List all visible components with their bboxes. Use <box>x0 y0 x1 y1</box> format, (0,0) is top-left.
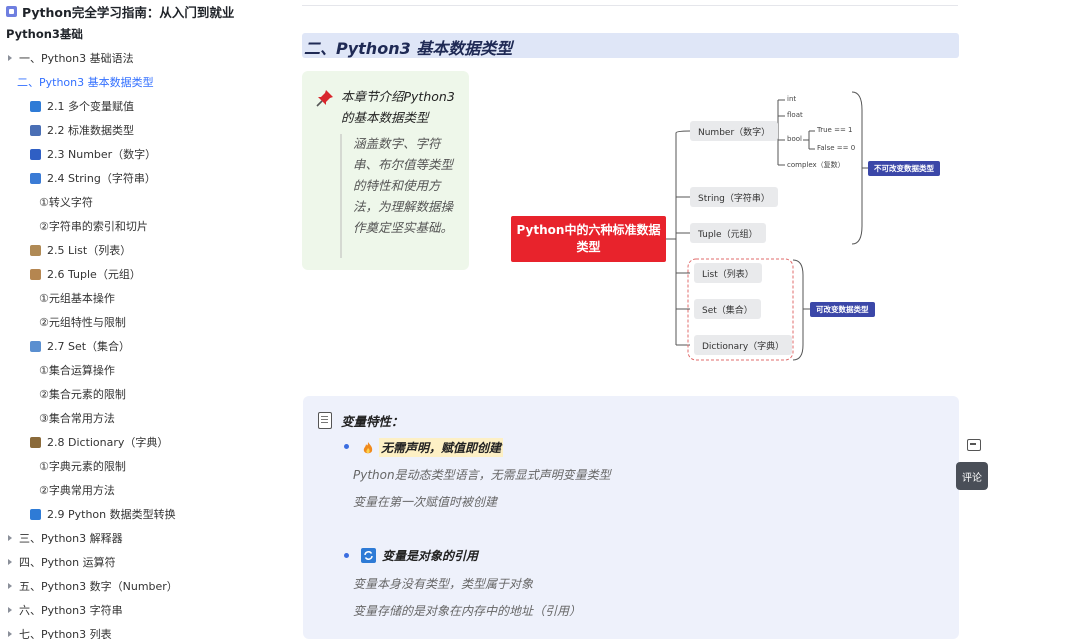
refresh-icon <box>361 548 376 563</box>
comment-button[interactable]: 评论 <box>956 462 988 490</box>
bullet-dot <box>344 444 349 449</box>
leaf-complex: complex（复数） <box>787 161 845 169</box>
memo-icon <box>318 412 332 429</box>
comment-icon[interactable] <box>967 439 981 451</box>
feature-2-line-2: 变量存储的是对象在内存中的地址（引用） <box>353 604 582 618</box>
mindmap-node-set: Set（集合） <box>694 299 761 319</box>
bullet-dot <box>344 553 349 558</box>
mindmap-center-node: Python中的六种标准数据类型 <box>511 216 666 262</box>
leaf-float: float <box>787 111 803 119</box>
mindmap-node-number: Number（数字） <box>690 121 779 141</box>
leaf-false: False == 0 <box>817 144 856 152</box>
feature-1-line-1: Python是动态类型语言，无需显式声明变量类型 <box>353 468 611 482</box>
features-title: 变量特性： <box>341 414 404 429</box>
leaf-bool: bool <box>787 135 802 143</box>
feature-2-title: 变量是对象的引用 <box>361 547 478 564</box>
leaf-int: int <box>787 95 797 103</box>
immutable-tag: 不可改变数据类型 <box>868 161 940 176</box>
feature-1-text: 无需声明，赋值即创建 <box>379 438 504 457</box>
feature-1-title: 无需声明，赋值即创建 <box>361 438 504 457</box>
mindmap-node-tuple: Tuple（元组） <box>690 223 766 243</box>
fire-icon <box>363 441 373 453</box>
mindmap-node-dictionary: Dictionary（字典） <box>694 335 793 355</box>
mindmap-node-list: List（列表） <box>694 263 762 283</box>
mindmap-node-string: String（字符串） <box>690 187 778 207</box>
leaf-true: True == 1 <box>817 126 853 134</box>
mutable-tag: 可改变数据类型 <box>810 302 875 317</box>
feature-1-line-2: 变量在第一次赋值时被创建 <box>353 495 498 509</box>
feature-2-text: 变量是对象的引用 <box>382 549 479 563</box>
feature-2-line-1: 变量本身没有类型，类型属于对象 <box>353 577 534 591</box>
